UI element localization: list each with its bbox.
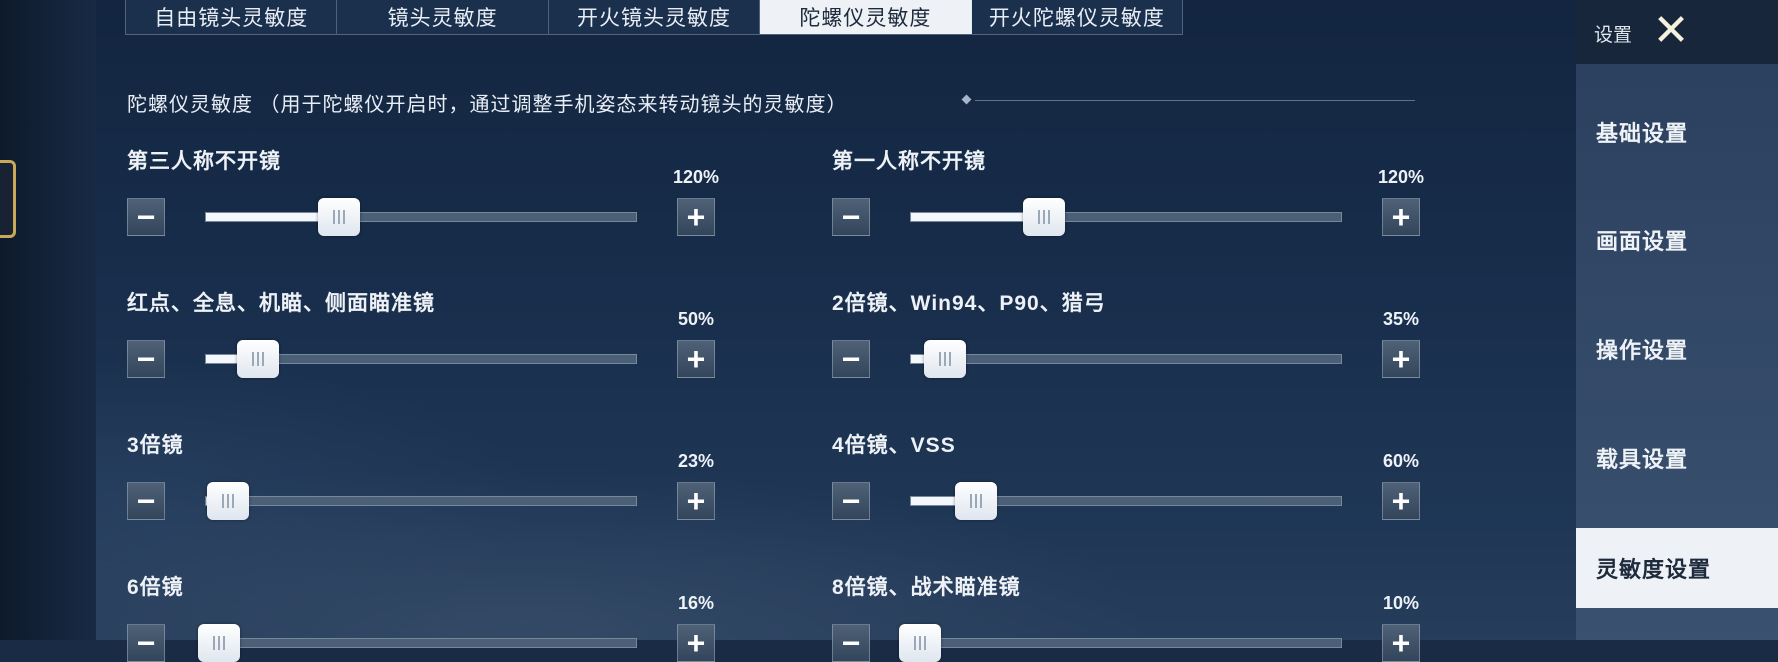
nav-item-controls[interactable]: 操作设置 (1576, 309, 1778, 389)
close-icon[interactable]: ✕ (1648, 8, 1694, 54)
grip-line (1048, 210, 1051, 224)
slider-thumb[interactable] (954, 482, 997, 520)
slider-track[interactable] (205, 482, 637, 520)
slider-label: 红点、全息、机瞄、侧面瞄准镜 (127, 292, 435, 315)
slider-thumb[interactable] (206, 482, 249, 520)
sensitivity-tabs: 自由镜头灵敏度 镜头灵敏度 开火镜头灵敏度 陀螺仪灵敏度 开火陀螺仪灵敏度 (125, 0, 1183, 35)
slider-value: 50% (677, 309, 715, 329)
decrease-button[interactable]: − (127, 624, 165, 662)
grip-line (217, 636, 220, 650)
slider-label: 第三人称不开镜 (127, 150, 281, 173)
decrease-button[interactable]: − (832, 624, 870, 662)
increase-button[interactable]: + (677, 340, 715, 378)
grip-line (338, 210, 341, 224)
nav-item-basic[interactable]: 基础设置 (1576, 92, 1778, 172)
grip-icon (221, 494, 234, 508)
grip-line (918, 636, 921, 650)
slider-label: 第一人称不开镜 (832, 150, 986, 173)
grip-line (256, 352, 259, 366)
grip-line (913, 636, 916, 650)
grip-icon (212, 636, 225, 650)
decrease-button[interactable]: − (832, 340, 870, 378)
grip-line (969, 494, 972, 508)
grip-line (343, 210, 346, 224)
grip-icon (333, 210, 346, 224)
tab-camera[interactable]: 镜头灵敏度 (337, 0, 549, 34)
grip-line (261, 352, 264, 366)
increase-button[interactable]: + (1382, 340, 1420, 378)
grip-line (231, 494, 234, 508)
increase-button[interactable]: + (1382, 624, 1420, 662)
grip-icon (913, 636, 926, 650)
slider-track[interactable] (205, 340, 637, 378)
slider-label: 8倍镜、战术瞄准镜 (832, 576, 1021, 599)
slider-thumb[interactable] (924, 340, 967, 378)
slider-value: 35% (1382, 309, 1420, 329)
grip-line (923, 636, 926, 650)
tab-fire-camera[interactable]: 开火镜头灵敏度 (548, 0, 761, 34)
slider-label: 2倍镜、Win94、P90、猎弓 (832, 292, 1106, 315)
grip-line (212, 636, 215, 650)
increase-button[interactable]: + (677, 624, 715, 662)
slider-track[interactable] (910, 482, 1342, 520)
section-title: 陀螺仪灵敏度 （用于陀螺仪开启时，通过调整手机姿态来转动镜头的灵敏度） (127, 94, 848, 116)
increase-button[interactable]: + (677, 482, 715, 520)
tab-fire-gyroscope[interactable]: 开火陀螺仪灵敏度 (971, 0, 1183, 34)
nav-title: 设置 (1594, 25, 1633, 46)
decrease-button[interactable]: − (832, 198, 870, 236)
grip-line (1043, 210, 1046, 224)
slider-thumb[interactable] (318, 198, 361, 236)
decrease-button[interactable]: − (832, 482, 870, 520)
left-edge-strip (0, 0, 96, 640)
slider-thumb[interactable] (898, 624, 941, 662)
grip-line (333, 210, 336, 224)
grip-line (974, 494, 977, 508)
increase-button[interactable]: + (1382, 198, 1420, 236)
nav-item-graphics[interactable]: 画面设置 (1576, 200, 1778, 280)
increase-button[interactable]: + (677, 198, 715, 236)
grip-icon (939, 352, 952, 366)
grip-line (221, 494, 224, 508)
nav-item-vehicle[interactable]: 载具设置 (1576, 418, 1778, 498)
section-divider (975, 100, 1415, 101)
slider-track[interactable] (910, 340, 1342, 378)
slider-value: 120% (672, 167, 720, 187)
grip-icon (251, 352, 264, 366)
grip-line (979, 494, 982, 508)
grip-line (251, 352, 254, 366)
slider-label: 3倍镜 (127, 434, 184, 457)
decrease-button[interactable]: − (127, 340, 165, 378)
slider-thumb[interactable] (236, 340, 279, 378)
grip-line (222, 636, 225, 650)
grip-line (226, 494, 229, 508)
left-edge-badge (0, 160, 16, 238)
slider-label: 4倍镜、VSS (832, 434, 956, 457)
slider-thumb[interactable] (197, 624, 240, 662)
slider-value: 23% (677, 451, 715, 471)
decrease-button[interactable]: − (127, 482, 165, 520)
slider-value: 60% (1382, 451, 1420, 471)
nav-item-sensitivity[interactable]: 灵敏度设置 (1576, 528, 1778, 608)
slider-value: 10% (1382, 593, 1420, 613)
increase-button[interactable]: + (1382, 482, 1420, 520)
decrease-button[interactable]: − (127, 198, 165, 236)
grip-icon (1038, 210, 1051, 224)
tab-free-camera[interactable]: 自由镜头灵敏度 (126, 0, 338, 34)
grip-line (949, 352, 952, 366)
grip-line (944, 352, 947, 366)
grip-line (1038, 210, 1041, 224)
tab-gyroscope[interactable]: 陀螺仪灵敏度 (760, 0, 972, 34)
slider-track[interactable] (205, 198, 637, 236)
slider-value: 16% (677, 593, 715, 613)
slider-thumb[interactable] (1023, 198, 1066, 236)
grip-line (939, 352, 942, 366)
slider-label: 6倍镜 (127, 576, 184, 599)
slider-value: 120% (1377, 167, 1425, 187)
slider-track[interactable] (910, 198, 1342, 236)
grip-icon (969, 494, 982, 508)
